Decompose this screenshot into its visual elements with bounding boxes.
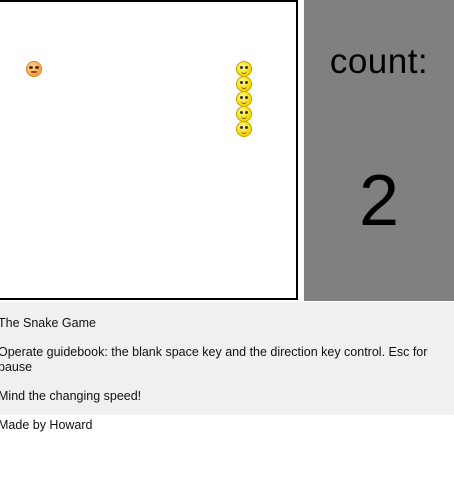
food-icon <box>26 61 42 77</box>
snake-head-icon <box>236 61 252 77</box>
snake-mouth <box>241 101 247 104</box>
snake-segment-icon <box>236 91 252 107</box>
speed-tip: Mind the changing speed! <box>0 389 142 403</box>
snake-eye-right <box>245 111 248 114</box>
score-value: 2 <box>358 161 400 241</box>
snake-eye-left <box>240 96 243 99</box>
author-credit: Made by Howard <box>0 418 93 432</box>
snake-segment-icon <box>236 106 252 122</box>
snake-game-page: count: 2 The Snake Game Operate guideboo… <box>0 0 454 480</box>
food-eye-left <box>29 66 33 69</box>
snake-mouth <box>241 116 247 119</box>
snake-eye-right <box>245 96 248 99</box>
snake-eye-left <box>240 126 243 129</box>
guide-text: Operate guidebook: the blank space key a… <box>0 345 428 374</box>
snake-eye-right <box>245 81 248 84</box>
snake-mouth <box>241 131 247 134</box>
snake-mouth <box>241 86 247 89</box>
food-eye-right <box>35 66 39 69</box>
snake-eye-right <box>245 66 248 69</box>
snake-eye-left <box>240 81 243 84</box>
snake-eye-left <box>240 66 243 69</box>
score-label: count: <box>329 42 429 81</box>
info-panel: The Snake Game Operate guidebook: the bl… <box>0 302 454 415</box>
snake-mouth <box>241 71 247 74</box>
snake-segment-icon <box>236 76 252 92</box>
snake-eye-left <box>240 111 243 114</box>
snake-tail-icon <box>236 121 252 137</box>
game-board[interactable] <box>0 0 298 300</box>
score-panel: count: 2 <box>304 0 454 301</box>
snake-eye-right <box>245 126 248 129</box>
game-title: The Snake Game <box>0 316 96 330</box>
food-mouth <box>31 71 37 73</box>
